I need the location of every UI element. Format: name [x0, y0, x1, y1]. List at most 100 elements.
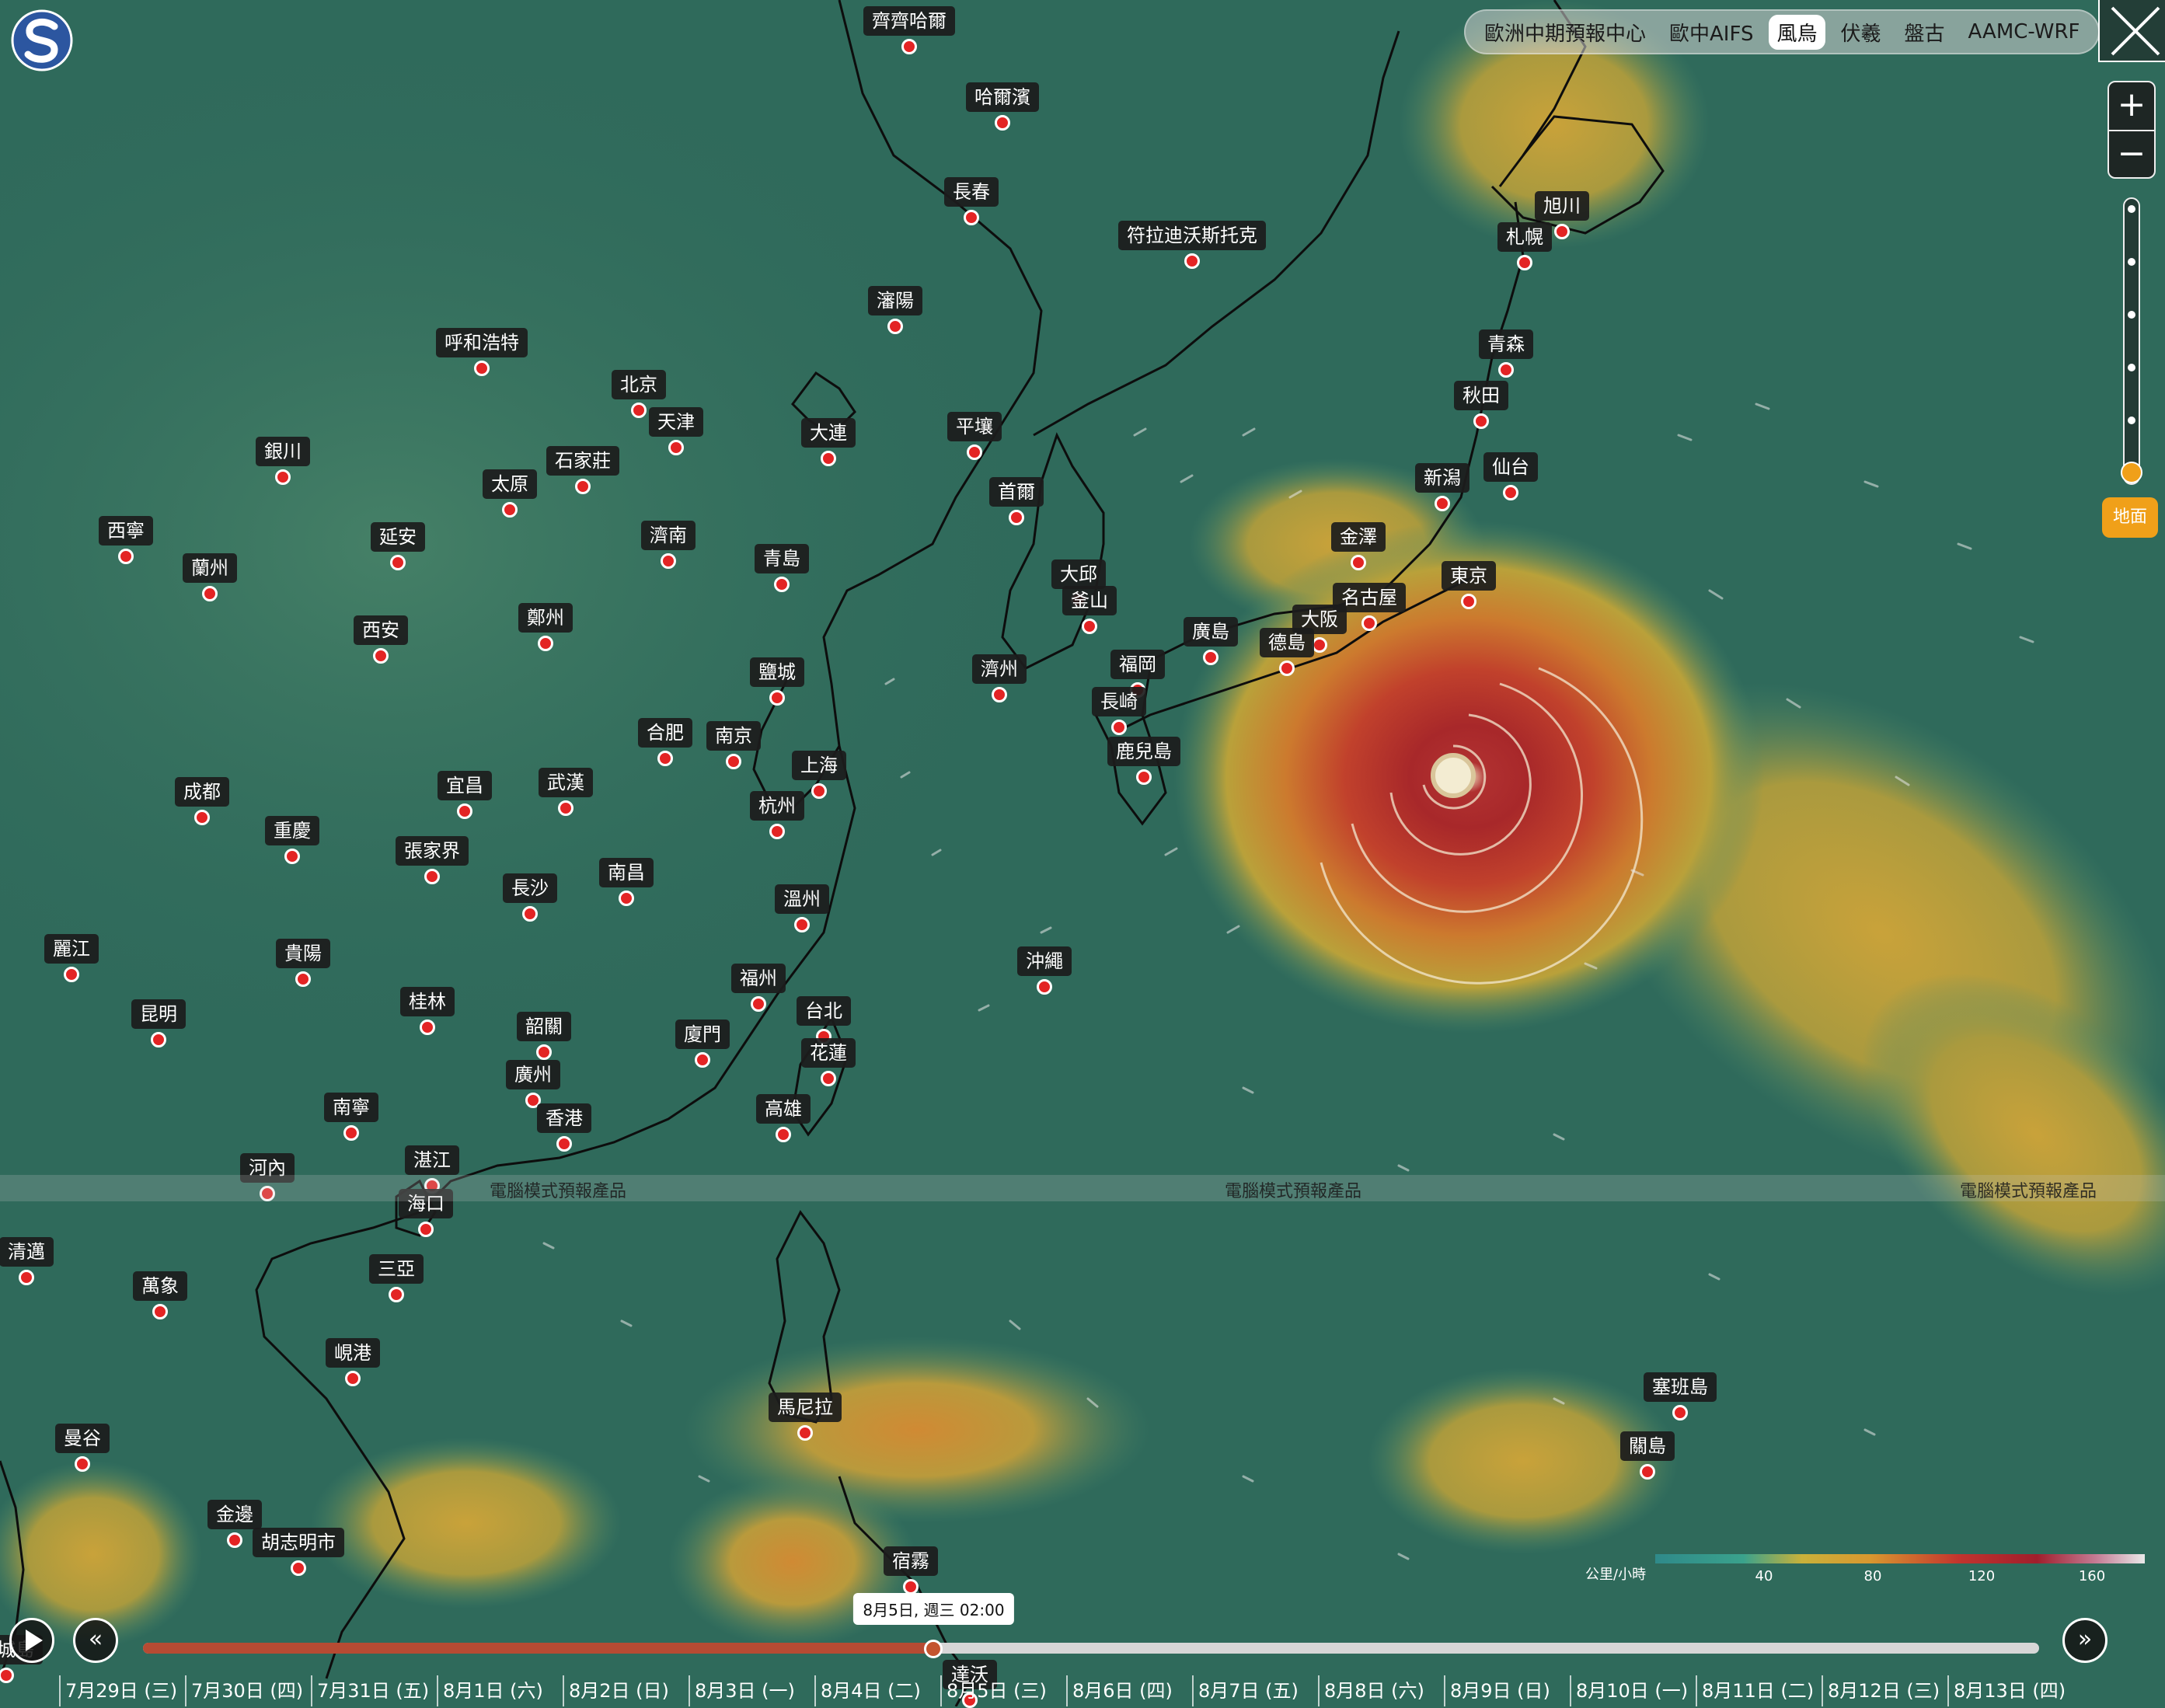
city-dot[interactable] — [373, 648, 389, 664]
city-dot[interactable] — [751, 996, 766, 1012]
city-dot[interactable] — [1517, 255, 1532, 270]
timeline-day[interactable]: 8月1日 (六) — [437, 1675, 563, 1706]
city-label[interactable]: 香港 — [537, 1103, 591, 1133]
city-label[interactable]: 成都 — [175, 777, 229, 807]
city-label[interactable]: 釜山 — [1062, 586, 1117, 615]
city-label[interactable]: 台北 — [797, 996, 851, 1026]
city-dot[interactable] — [558, 800, 573, 816]
model-option[interactable]: 歐洲中期預報中心 — [1476, 15, 1654, 50]
city-label[interactable]: 長春 — [944, 177, 999, 207]
city-label[interactable]: 福岡 — [1110, 650, 1165, 679]
city-dot[interactable] — [695, 1052, 710, 1068]
city-label[interactable]: 胡志明市 — [253, 1528, 344, 1557]
city-dot[interactable] — [19, 1270, 34, 1285]
city-dot[interactable] — [821, 451, 836, 466]
level-slider-knob[interactable] — [2121, 462, 2142, 483]
wind-speed-map[interactable] — [0, 0, 2165, 1706]
city-dot[interactable] — [903, 1579, 919, 1595]
city-label[interactable]: 濟州 — [972, 654, 1027, 684]
city-dot[interactable] — [1498, 362, 1514, 378]
city-label[interactable]: 鹽城 — [750, 657, 804, 687]
city-label[interactable]: 麗江 — [44, 934, 99, 964]
city-dot[interactable] — [661, 553, 676, 569]
city-dot[interactable] — [418, 1222, 434, 1237]
city-dot[interactable] — [1184, 253, 1200, 269]
city-label[interactable]: 西寧 — [99, 516, 153, 546]
city-dot[interactable] — [769, 690, 785, 706]
city-dot[interactable] — [536, 1044, 552, 1060]
model-option[interactable]: 伏羲 — [1833, 15, 1889, 50]
city-label[interactable]: 大連 — [801, 418, 856, 448]
city-label[interactable]: 長崎 — [1092, 687, 1146, 716]
model-option[interactable]: 歐中AIFS — [1661, 15, 1761, 50]
city-dot[interactable] — [967, 444, 982, 460]
city-dot[interactable] — [776, 1127, 791, 1142]
city-dot[interactable] — [797, 1425, 813, 1441]
timeline-day[interactable]: 8月10日 (一) — [1570, 1675, 1696, 1706]
city-label[interactable]: 韶關 — [517, 1012, 571, 1041]
app-logo[interactable] — [11, 9, 73, 71]
zoom-out-button[interactable]: − — [2109, 130, 2154, 179]
city-label[interactable]: 北京 — [612, 370, 666, 399]
timeline-day[interactable]: 8月2日 (日) — [563, 1675, 689, 1706]
level-tick[interactable] — [2128, 205, 2135, 213]
city-dot[interactable] — [556, 1136, 572, 1152]
city-dot[interactable] — [1672, 1405, 1688, 1420]
city-dot[interactable] — [1009, 510, 1024, 525]
city-label[interactable]: 關島 — [1620, 1431, 1675, 1461]
model-option[interactable]: 風烏 — [1769, 14, 1825, 50]
city-dot[interactable] — [152, 1304, 168, 1319]
city-dot[interactable] — [389, 1287, 404, 1302]
timeline-day[interactable]: 8月12日 (三) — [1822, 1675, 1947, 1706]
city-label[interactable]: 秋田 — [1454, 381, 1508, 410]
city-label[interactable]: 貴陽 — [276, 939, 330, 968]
city-label[interactable]: 重慶 — [265, 816, 319, 845]
step-back-button[interactable]: « — [73, 1618, 118, 1663]
city-dot[interactable] — [1136, 769, 1152, 785]
timeline-day[interactable]: 7月30日 (四) — [185, 1675, 311, 1706]
timeline-day[interactable]: 8月7日 (五) — [1192, 1675, 1318, 1706]
city-dot[interactable] — [668, 440, 684, 455]
city-dot[interactable] — [811, 783, 827, 799]
city-dot[interactable] — [502, 502, 518, 518]
level-tick[interactable] — [2128, 417, 2135, 424]
city-dot[interactable] — [1554, 224, 1570, 239]
city-label[interactable]: 南京 — [706, 721, 761, 751]
city-label[interactable]: 三亞 — [369, 1254, 424, 1284]
city-dot[interactable] — [151, 1032, 166, 1047]
level-tick[interactable] — [2128, 364, 2135, 371]
city-dot[interactable] — [1111, 720, 1127, 735]
city-dot[interactable] — [1037, 979, 1052, 995]
city-label[interactable]: 鄭州 — [518, 603, 573, 633]
city-dot[interactable] — [284, 849, 300, 864]
close-button[interactable] — [2098, 0, 2165, 62]
city-dot[interactable] — [194, 810, 210, 825]
city-label[interactable]: 廣州 — [506, 1060, 560, 1089]
city-label[interactable]: 東京 — [1442, 561, 1496, 591]
city-dot[interactable] — [291, 1560, 306, 1576]
city-label[interactable]: 杭州 — [750, 791, 804, 821]
city-label[interactable]: 德島 — [1260, 628, 1314, 657]
city-label[interactable]: 萬象 — [133, 1271, 187, 1301]
city-label[interactable]: 鹿兒島 — [1107, 737, 1180, 766]
city-label[interactable]: 花蓮 — [801, 1038, 856, 1068]
city-label[interactable]: 清邁 — [0, 1237, 54, 1267]
city-label[interactable]: 武漢 — [539, 768, 593, 797]
city-dot[interactable] — [538, 636, 553, 651]
city-dot[interactable] — [1473, 413, 1489, 429]
zoom-in-button[interactable]: + — [2109, 82, 2154, 130]
city-dot[interactable] — [631, 403, 647, 418]
city-label[interactable]: 仙台 — [1483, 452, 1538, 482]
city-label[interactable]: 馬尼拉 — [769, 1393, 842, 1422]
city-dot[interactable] — [1312, 637, 1327, 653]
timeline-day[interactable]: 8月4日 (二) — [814, 1675, 940, 1706]
city-dot[interactable] — [118, 549, 134, 564]
city-dot[interactable] — [64, 967, 79, 982]
city-dot[interactable] — [769, 824, 785, 839]
timeline-day[interactable]: 8月5日 (三) — [940, 1675, 1066, 1706]
city-label[interactable]: 西安 — [354, 615, 408, 645]
city-dot[interactable] — [1203, 650, 1218, 665]
city-label[interactable]: 宿霧 — [884, 1546, 938, 1576]
city-label[interactable]: 金邊 — [207, 1500, 262, 1529]
timeline-day[interactable]: 8月13日 (四) — [1947, 1675, 2073, 1706]
